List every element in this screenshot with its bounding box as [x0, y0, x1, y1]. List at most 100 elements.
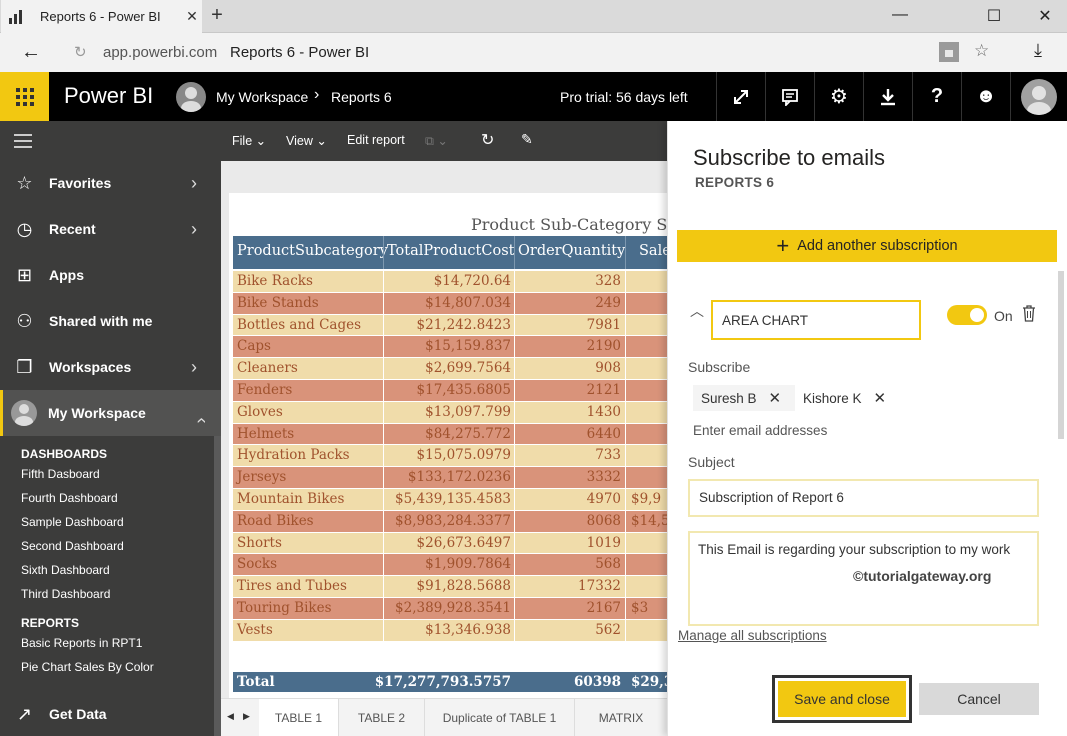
fullscreen-icon[interactable] [716, 72, 765, 121]
toggle-label: On [994, 308, 1013, 324]
tab-table-2[interactable]: TABLE 2 [339, 699, 425, 736]
dashboard-item[interactable]: Fourth Dashboard [21, 491, 118, 505]
nav-shared-with-me[interactable]: ⚇ Shared with me [0, 298, 221, 344]
nav-favorites[interactable]: ☆ Favorites › [0, 160, 221, 206]
chevron-right-icon[interactable]: › [191, 219, 221, 240]
refresh-icon[interactable]: ↻ [481, 130, 494, 150]
cost-cell: $1,909.7864 [425, 556, 511, 573]
favorite-star-icon[interactable]: ☆ [974, 41, 989, 61]
download-icon[interactable] [863, 72, 912, 121]
subcategory-cell: Bottles and Cages [237, 316, 362, 333]
report-item[interactable]: Pie Chart Sales By Color [21, 660, 154, 674]
dashboard-item[interactable]: Sixth Dashboard [21, 563, 110, 577]
subcategory-cell: Shorts [237, 534, 282, 551]
dashboard-item[interactable]: Second Dashboard [21, 539, 124, 553]
table-row[interactable]: Fenders $17,435.6805 2121 [233, 379, 667, 402]
file-menu[interactable]: File ⌄ [232, 133, 266, 148]
table-visual[interactable]: Product Sub-Category Sa ProductSubcatego… [229, 193, 667, 698]
table-row[interactable]: Cleaners $2,699.7564 908 [233, 358, 667, 380]
table-row[interactable]: Bike Racks $14,720.64 328 [233, 271, 667, 293]
minimize-icon[interactable]: — [890, 6, 910, 26]
pin-icon[interactable]: ✎ [521, 131, 533, 148]
breadcrumb-chevron-icon: › [314, 86, 320, 103]
panel-scrollbar[interactable] [1058, 271, 1064, 439]
sales-cell: $3 [631, 599, 649, 616]
email-input[interactable]: Enter email addresses [693, 423, 827, 438]
manage-subscriptions-link[interactable]: Manage all subscriptions [678, 628, 827, 643]
browser-tab[interactable]: Reports 6 - Power BI ✕ [1, 0, 202, 33]
nav-scrollbar[interactable] [214, 436, 221, 736]
table-row[interactable]: Helmets $84,275.772 6440 [233, 423, 667, 446]
nav-recent[interactable]: ◷ Recent › [0, 206, 221, 252]
delete-trash-icon[interactable] [1022, 305, 1036, 325]
subcategory-cell: Helmets [237, 425, 295, 442]
cancel-button[interactable]: Cancel [919, 683, 1039, 715]
close-tab-icon[interactable]: ✕ [182, 8, 202, 25]
report-item[interactable]: Basic Reports in RPT1 [21, 636, 142, 650]
comment-icon[interactable] [765, 72, 814, 121]
remove-recipient-icon[interactable]: ✕ [874, 389, 887, 407]
reading-view-icon[interactable] [939, 42, 959, 62]
new-tab-icon[interactable]: + [206, 4, 228, 27]
app-launcher-icon[interactable] [0, 72, 49, 121]
url-field[interactable]: app.powerbi.com [103, 44, 217, 61]
column-header[interactable]: OrderQuantity [518, 243, 625, 259]
subject-field[interactable]: Subscription of Report 6 [688, 479, 1039, 517]
table-row[interactable]: Jerseys $133,172.0236 3332 [233, 467, 667, 489]
reload-icon[interactable]: ↻ [74, 43, 87, 61]
table-row[interactable]: Shorts $26,673.6497 1019 [233, 532, 667, 555]
table-row[interactable]: Road Bikes $8,983,284.3377 8068 $14,5 [233, 510, 667, 533]
tab-scroll-right-icon[interactable]: ▶ [243, 711, 250, 722]
remove-recipient-icon[interactable]: ✕ [769, 389, 782, 407]
add-subscription-button[interactable]: + Add another subscription [677, 230, 1057, 262]
table-row[interactable]: Vests $13,346.938 562 [233, 619, 667, 642]
breadcrumb-workspace[interactable]: My Workspace [216, 89, 308, 105]
nav-my-workspace[interactable]: My Workspace › [0, 390, 221, 436]
subscription-toggle[interactable] [947, 305, 987, 325]
dashboard-item[interactable]: Third Dashboard [21, 587, 110, 601]
left-navigation: ☆ Favorites › ◷ Recent › ⊞ Apps ⚇ Shared… [0, 121, 221, 736]
chevron-up-icon[interactable]: › [191, 403, 212, 423]
nav-workspaces[interactable]: ❐ Workspaces › [0, 344, 221, 390]
chevron-right-icon[interactable]: › [191, 173, 221, 194]
table-row[interactable]: Mountain Bikes $5,439,135.4583 4970 $9,9 [233, 488, 667, 511]
dashboard-item[interactable]: Fifth Dasboard [21, 467, 100, 481]
tab-table-1[interactable]: TABLE 1 [259, 699, 339, 736]
breadcrumb-report[interactable]: Reports 6 [331, 89, 392, 105]
table-row[interactable]: Bottles and Cages $21,242.8423 7981 [233, 314, 667, 337]
table-row[interactable]: Caps $15,159.837 2190 [233, 336, 667, 359]
column-header[interactable]: TotalProductCost [387, 243, 514, 259]
trial-status[interactable]: Pro trial: 56 days left [560, 89, 688, 105]
edit-report-button[interactable]: Edit report [347, 133, 405, 147]
table-row[interactable]: Touring Bikes $2,389,928.3541 2167 $3 [233, 597, 667, 620]
help-icon[interactable]: ? [912, 72, 961, 121]
tab-scroll-left-icon[interactable]: ◀ [227, 711, 234, 722]
save-and-close-button[interactable]: Save and close [772, 675, 912, 723]
table-row[interactable]: Socks $1,909.7864 568 [233, 554, 667, 577]
quantity-cell: 2167 [586, 599, 621, 616]
maximize-icon[interactable]: ☐ [984, 6, 1004, 26]
brand-title[interactable]: Power BI [64, 83, 153, 109]
view-menu[interactable]: View ⌄ [286, 133, 327, 148]
tab-matrix[interactable]: MATRIX [575, 699, 667, 736]
table-row[interactable]: Bike Stands $14,807.034 249 [233, 292, 667, 315]
chevron-up-icon[interactable]: ︿ [690, 301, 704, 321]
column-header[interactable]: ProductSubcategory [237, 243, 388, 259]
table-row[interactable]: Gloves $13,097.799 1430 [233, 401, 667, 424]
user-avatar[interactable] [1021, 79, 1057, 115]
tab-duplicate-table-1[interactable]: Duplicate of TABLE 1 [425, 699, 575, 736]
nav-apps[interactable]: ⊞ Apps [0, 252, 221, 298]
dashboard-item[interactable]: Sample Dashboard [21, 515, 124, 529]
close-window-icon[interactable]: ✕ [1035, 6, 1055, 26]
table-row[interactable]: Hydration Packs $15,075.0979 733 [233, 445, 667, 468]
download-icon[interactable]: ⤓ [1034, 40, 1042, 61]
subscription-name-field[interactable]: AREA CHART [711, 300, 921, 340]
get-data-button[interactable]: ↗ Get Data [0, 694, 214, 734]
column-header[interactable]: Sale [639, 243, 667, 259]
feedback-smiley-icon[interactable]: ☻ [961, 72, 1010, 121]
back-arrow-icon[interactable]: ← [21, 41, 41, 64]
settings-gear-icon[interactable]: ⚙ [814, 72, 863, 121]
chevron-right-icon[interactable]: › [191, 357, 221, 378]
hamburger-menu-icon[interactable] [14, 134, 32, 152]
table-row[interactable]: Tires and Tubes $91,828.5688 17332 [233, 576, 667, 598]
